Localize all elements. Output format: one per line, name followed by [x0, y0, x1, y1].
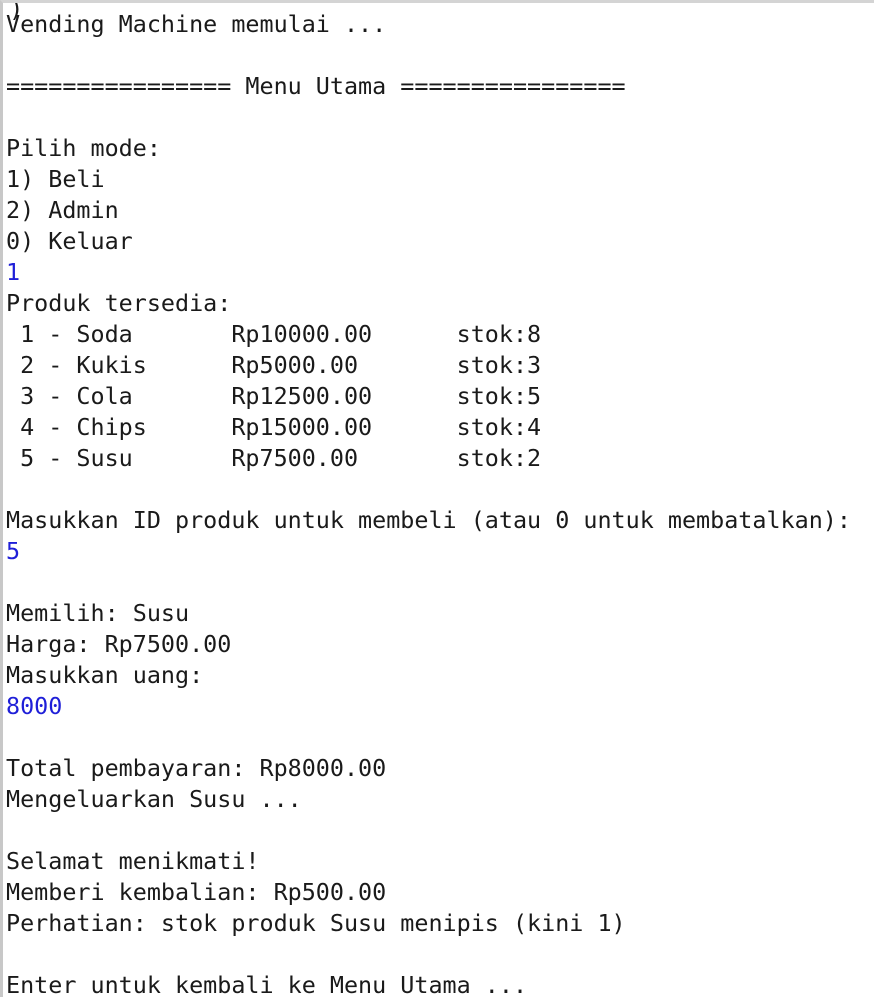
console-output-line: Mengeluarkan Susu ...	[6, 785, 302, 813]
console-input-line: 8000	[6, 692, 63, 720]
console-output-line	[6, 567, 874, 598]
console-output-line: 2) Admin	[6, 196, 119, 224]
console-output-line: Memilih: Susu	[6, 599, 190, 627]
console-output-line: ================ Menu Utama ============…	[6, 72, 626, 100]
console-input-line: 5	[6, 537, 21, 565]
console-output-line	[6, 102, 874, 133]
console-output-line: Enter untuk kembali ke Menu Utama ...	[6, 971, 528, 997]
console-output-line: Pilih mode:	[6, 134, 161, 162]
console-output-line: Masukkan uang:	[6, 661, 204, 689]
console-output-line: Produk tersedia:	[6, 289, 232, 317]
console-input-line: 1	[6, 258, 21, 286]
console-output-line: 1) Beli	[6, 165, 105, 193]
console-output-line	[6, 474, 874, 505]
console-output-line: Memberi kembalian: Rp500.00	[6, 878, 387, 906]
console-output-line	[6, 939, 874, 970]
console-lines: Vending Machine memulai ... =============…	[6, 9, 874, 997]
console-output-line: Masukkan ID produk untuk membeli (atau 0…	[6, 506, 851, 534]
console-output-line: Selamat menikmati!	[6, 847, 260, 875]
console-output-line	[6, 815, 874, 846]
console-output-line	[6, 40, 874, 71]
console-output-line: 3 - Cola Rp12500.00 stok:5	[6, 382, 542, 410]
console-output-panel[interactable]: ) Vending Machine memulai ... ===========…	[0, 0, 874, 997]
console-output-line: Perhatian: stok produk Susu menipis (kin…	[6, 909, 626, 937]
console-output-line: 2 - Kukis Rp5000.00 stok:3	[6, 351, 542, 379]
console-output-line: 4 - Chips Rp15000.00 stok:4	[6, 413, 542, 441]
console-output-line: 0) Keluar	[6, 227, 133, 255]
console-output-line: 5 - Susu Rp7500.00 stok:2	[6, 444, 542, 472]
console-output-line: Total pembayaran: Rp8000.00	[6, 754, 387, 782]
console-output-line	[6, 722, 874, 753]
console-output-line: 1 - Soda Rp10000.00 stok:8	[6, 320, 542, 348]
console-output-line: Vending Machine memulai ...	[6, 10, 387, 38]
console-output-line: Harga: Rp7500.00	[6, 630, 232, 658]
